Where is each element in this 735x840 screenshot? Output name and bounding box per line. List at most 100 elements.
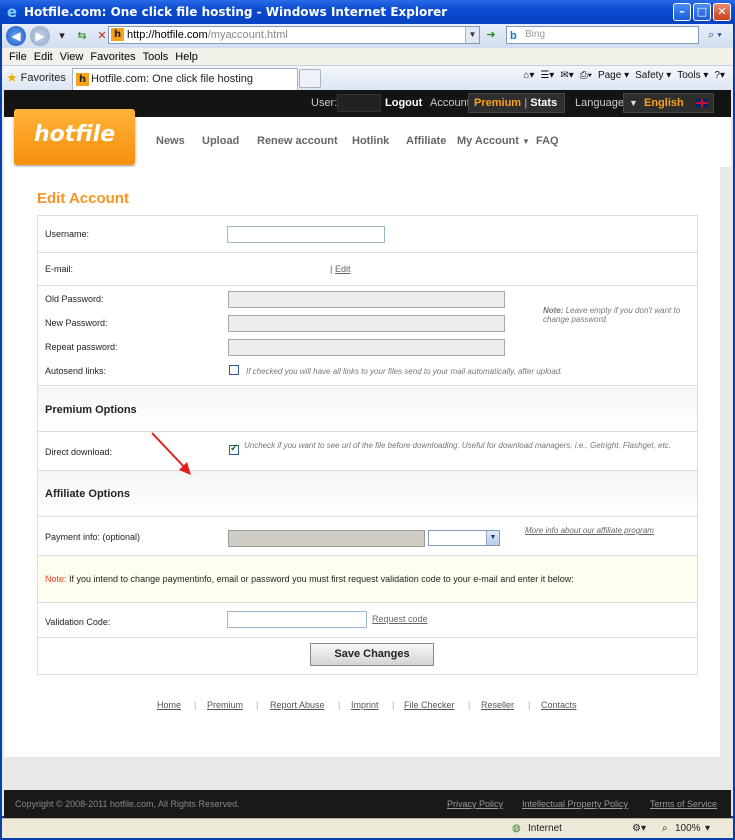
home-icon[interactable]: ⌂▾ (523, 70, 534, 81)
globe-icon: ◍ (512, 823, 521, 834)
direct-download-note: Uncheck if you want to see url of the fi… (244, 441, 671, 450)
history-dropdown-icon[interactable]: ▾ (54, 28, 70, 44)
old-password-input[interactable] (228, 291, 505, 308)
warning-note-body: If you intend to change paymentinfo, ema… (66, 574, 574, 584)
zoom-level[interactable]: 100% (675, 823, 701, 834)
payment-method-select[interactable]: ▼ (428, 530, 500, 546)
feeds-icon[interactable]: ☰▾ (540, 70, 554, 81)
warning-note-bold: Note: (45, 574, 67, 584)
language-label: Language: (575, 97, 627, 109)
username-input[interactable] (227, 226, 385, 243)
menu-favorites[interactable]: Favorites (90, 51, 135, 63)
maximize-button[interactable]: □ (693, 3, 711, 21)
uk-flag-icon (696, 99, 708, 107)
print-icon[interactable]: ⎙▾ (580, 70, 592, 81)
nav-affiliate[interactable]: Affiliate (406, 135, 446, 147)
main-content: Edit Account Username: E-mail: | Edit Ol… (4, 167, 720, 757)
affiliate-options-section: Affiliate Options (38, 471, 697, 516)
protected-mode-icon[interactable]: ⚙▾ (632, 823, 646, 834)
username-display (337, 94, 381, 112)
nav-my-account-label: My Account (457, 135, 519, 147)
browser-tab[interactable]: h Hotfile.com: One click file hosting (72, 68, 298, 90)
go-icon[interactable]: ➜ (483, 27, 499, 43)
page-menu[interactable]: Page ▾ (598, 70, 629, 81)
email-separator: | (330, 264, 333, 274)
nav-renew-account[interactable]: Renew account (257, 135, 338, 147)
nav-news[interactable]: News (156, 135, 185, 147)
star-icon: ★ (6, 70, 18, 85)
footer-link-contacts[interactable]: Contacts (541, 700, 577, 710)
menu-tools[interactable]: Tools (143, 51, 169, 63)
nav-my-account[interactable]: My Account ▼ (457, 135, 530, 147)
save-changes-button[interactable]: Save Changes (310, 643, 434, 666)
affiliate-info-link[interactable]: More info about our affiliate program (525, 526, 654, 535)
page-title: Edit Account (37, 190, 129, 207)
email-edit-link[interactable]: Edit (335, 264, 351, 274)
web-page: User: Logout Account: Premium | Stats ▼ … (4, 90, 731, 818)
bing-icon: b (510, 30, 517, 42)
menu-view[interactable]: View (60, 51, 84, 63)
direct-download-row: Direct download: Uncheck if you want to … (38, 431, 697, 471)
request-code-link[interactable]: Request code (372, 614, 428, 624)
search-placeholder: Bing (525, 29, 546, 40)
new-password-input[interactable] (228, 315, 505, 332)
payment-input[interactable] (228, 530, 425, 547)
tab-favicon: h (76, 73, 89, 86)
language-dropdown[interactable]: ▼ English (623, 93, 714, 113)
tab-title: Hotfile.com: One click file hosting (91, 73, 254, 85)
menu-help[interactable]: Help (175, 51, 198, 63)
minimize-button[interactable]: – (673, 3, 691, 21)
window-titlebar: e Hotfile.com: One click file hosting - … (0, 0, 735, 24)
chevron-down-icon: ▼ (522, 137, 530, 146)
email-label: E-mail: (45, 264, 74, 274)
close-window-button[interactable]: ✕ (713, 3, 731, 21)
validation-row: Validation Code: Request code (38, 603, 697, 638)
terms-link[interactable]: Terms of Service (650, 799, 717, 809)
direct-download-checkbox[interactable] (229, 443, 239, 455)
zoom-icon: ⌕ (662, 823, 668, 834)
validation-warning: Note: If you intend to change paymentinf… (38, 557, 697, 603)
validation-code-input[interactable] (227, 611, 367, 628)
hotfile-logo[interactable]: hotfile (14, 109, 135, 165)
url-path: /myaccount.html (207, 29, 288, 41)
menu-file[interactable]: File (9, 51, 27, 63)
autosend-checkbox[interactable] (229, 365, 239, 375)
help-icon[interactable]: ?▾ (714, 70, 725, 81)
compat-icon[interactable]: ⇆ (74, 28, 90, 44)
back-icon[interactable]: ◀ (6, 26, 26, 46)
favorites-button[interactable]: ★ Favorites (6, 70, 66, 86)
nav-hotlink[interactable]: Hotlink (352, 135, 389, 147)
stats-label: Stats (530, 97, 558, 109)
validation-code-label: Validation Code: (45, 617, 111, 627)
footer-link-imprint[interactable]: Imprint (351, 700, 379, 710)
zoom-dropdown-icon[interactable]: ▾ (705, 823, 710, 834)
tools-menu[interactable]: Tools ▾ (677, 70, 708, 81)
address-input[interactable]: h http://hotfile.com/myaccount.html ▼ (108, 26, 480, 44)
nav-upload[interactable]: Upload (202, 135, 239, 147)
footer-link-report-abuse[interactable]: Report Abuse (270, 700, 325, 710)
autosend-label: Autosend links: (45, 366, 107, 376)
footer-link-reseller[interactable]: Reseller (481, 700, 514, 710)
safety-menu[interactable]: Safety ▾ (635, 70, 671, 81)
search-icon[interactable]: ⌕ ▾ (702, 26, 728, 44)
account-dropdown[interactable]: Premium | Stats ▼ (468, 93, 565, 126)
logout-link[interactable]: Logout (385, 97, 422, 109)
search-input[interactable]: b Bing (506, 26, 699, 44)
forward-icon[interactable]: ▶ (30, 26, 50, 46)
footer-link-premium[interactable]: Premium (207, 700, 243, 710)
footer-link-file-checker[interactable]: File Checker (404, 700, 455, 710)
repeat-password-input[interactable] (228, 339, 505, 356)
new-tab-button[interactable] (299, 69, 321, 88)
address-dropdown-icon[interactable]: ▼ (465, 27, 479, 43)
url-host: http://hotfile.com (127, 29, 208, 41)
menu-edit[interactable]: Edit (34, 51, 53, 63)
nav-faq[interactable]: FAQ (536, 135, 559, 147)
footer-link-home[interactable]: Home (157, 700, 181, 710)
email-row: E-mail: | Edit (38, 253, 697, 286)
mail-icon[interactable]: ✉▾ (560, 70, 573, 81)
repeat-password-label: Repeat password: (45, 342, 118, 352)
privacy-policy-link[interactable]: Privacy Policy (447, 799, 503, 809)
address-toolbar: ◀ ▶ ▾ ⇆ ✕ h http://hotfile.com/myaccount… (2, 24, 733, 48)
affiliate-options-title: Affiliate Options (45, 488, 130, 500)
ip-policy-link[interactable]: Intellectual Property Policy (522, 799, 628, 809)
